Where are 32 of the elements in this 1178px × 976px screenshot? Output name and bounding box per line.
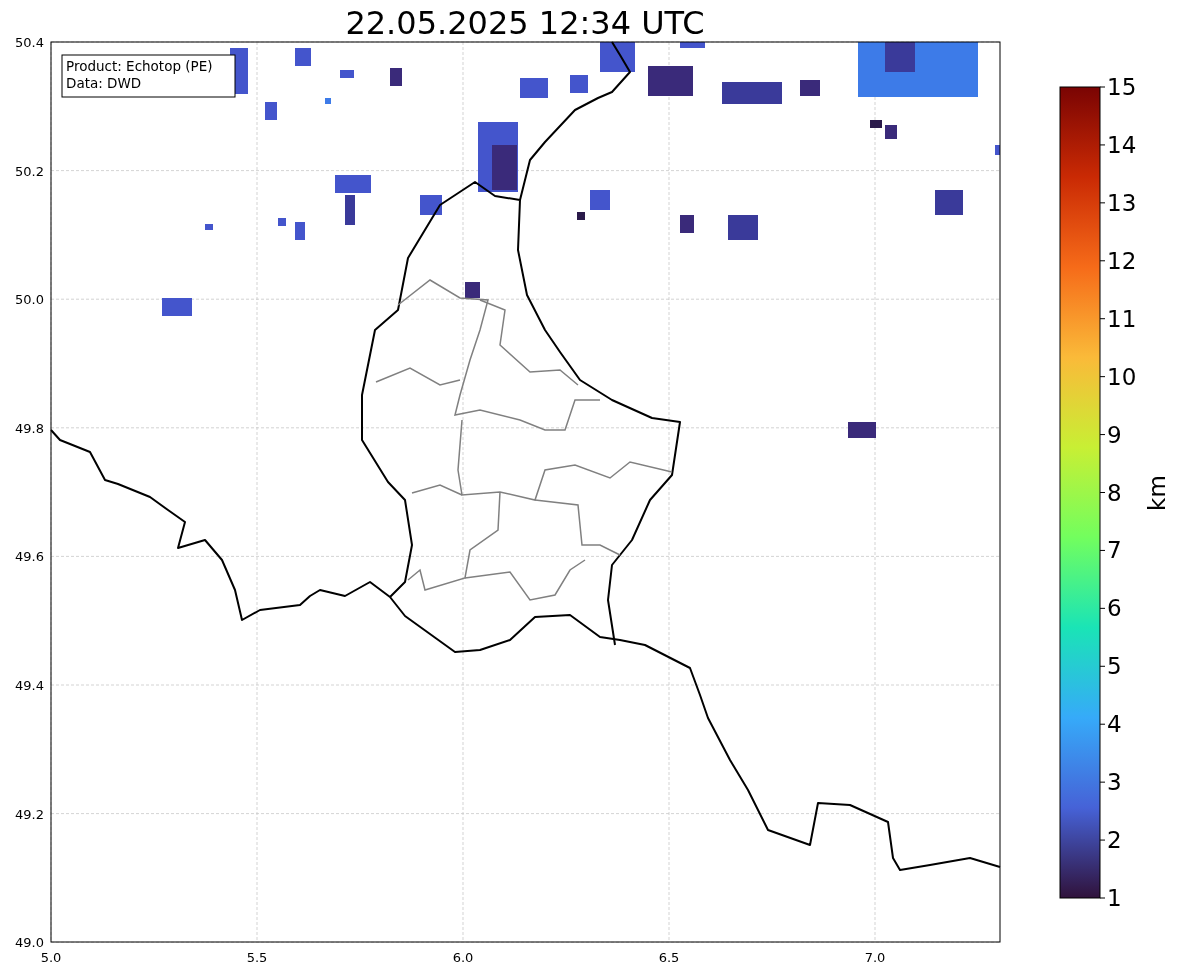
colorbar-tick-label: 15 [1107,74,1137,100]
colorbar-tick-label: 9 [1107,421,1122,448]
y-tick-label: 50.4 [15,35,44,50]
colorbar-tick-label: 8 [1107,479,1122,506]
colorbar-tick-label: 11 [1107,305,1137,332]
x-tick-label: 6.5 [658,950,680,965]
y-tick-label: 49.8 [15,420,44,436]
colorbar-tick-label: 4 [1107,711,1122,738]
y-tick-label: 49.2 [15,806,44,822]
y-tick-label: 49.6 [15,549,44,565]
chart-title: 22.05.2025 12:34 UTC [345,4,705,42]
colorbar-tick-label: 12 [1107,247,1137,274]
y-tick-label: 50.2 [15,163,44,179]
colorbar-label: km [1144,475,1170,511]
x-tick-label: 6.0 [452,950,474,965]
x-tick-label: 5.0 [40,950,62,965]
x-tick-label: 7.0 [864,950,886,965]
y-tick-label: 50.0 [15,292,44,308]
colorbar-tick-label: 14 [1107,131,1137,158]
legend-text: Data: DWD [66,75,142,91]
y-tick-label: 49.4 [15,678,44,693]
colorbar-tick-label: 1 [1107,885,1122,911]
colorbar-tick-label: 5 [1107,653,1122,680]
x-tick-label: 5.5 [246,950,268,965]
colorbar-tick-label: 10 [1107,363,1137,390]
colorbar-tick-label: 3 [1107,769,1122,796]
colorbar-tick-label: 6 [1107,595,1122,622]
colorbar-tick-label: 2 [1107,827,1122,854]
colorbar-tick-label: 7 [1107,537,1122,564]
colorbar-tick-label: 13 [1107,189,1137,216]
legend-text: Product: Echotop (PE) [66,58,213,74]
y-tick-label: 49.0 [15,935,44,951]
